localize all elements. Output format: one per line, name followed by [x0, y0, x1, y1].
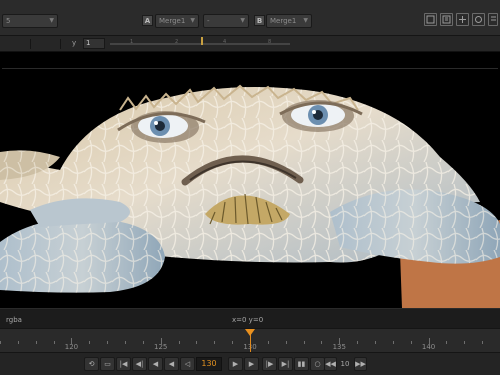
viewer-toolbar: 5 ▼ A Merge1 ▼ - ▼ B Merge1 ▼ [0, 0, 500, 36]
timeline-tick [107, 341, 109, 344]
timeline-tick [375, 341, 376, 344]
input-a-dropdown[interactable]: Merge1 ▼ [155, 14, 199, 28]
current-frame-field[interactable]: 130 [196, 357, 222, 371]
viewer-canvas[interactable] [0, 52, 500, 308]
timeline-tick [303, 341, 305, 344]
y-label: y [72, 39, 77, 47]
timeline-frame-label: 120 [64, 343, 79, 351]
separator [30, 39, 31, 49]
timeline-tick [267, 341, 269, 344]
timeline-tick [232, 341, 234, 344]
roi-icon[interactable] [424, 13, 437, 26]
play-forward-icon[interactable]: ▶ [228, 357, 243, 371]
timeline-tick [446, 341, 448, 344]
timeline-frame-label: 125 [154, 343, 168, 351]
timeline-frame-label: 140 [421, 343, 436, 351]
crab-creature-image [0, 84, 500, 308]
timeline-tick [35, 341, 37, 344]
input-b-badge: B [254, 15, 265, 26]
timeline-frame-label: 135 [332, 343, 346, 351]
grid-icon[interactable] [456, 13, 469, 26]
timeline-tick [410, 341, 412, 344]
first-frame-icon[interactable]: |◀ [116, 357, 131, 371]
timeline-tick [17, 341, 19, 344]
timeline-tick [214, 341, 216, 344]
input-b-node-label: Merge1 [270, 17, 297, 25]
y-value-field[interactable]: 1 [83, 38, 105, 49]
viewer-info-bar: rgba x=0 y=0 [0, 308, 500, 328]
input-a-node-label: Merge1 [159, 17, 186, 25]
chevron-down-icon: ▼ [49, 17, 54, 24]
stop-icon[interactable]: ▮▮ [294, 357, 309, 371]
timeline-tick [482, 341, 484, 344]
gain-slider-track[interactable] [110, 43, 290, 45]
gain-slider-thumb[interactable] [201, 37, 203, 45]
timeline-tick [196, 341, 198, 344]
timeline-tick [285, 341, 287, 344]
next-keyframe-icon[interactable]: |▶ [262, 357, 277, 371]
slider-tick-label: 2 [175, 39, 179, 45]
operation-dropdown[interactable]: - ▼ [203, 14, 249, 28]
step-back-icon[interactable]: ◀ [148, 357, 163, 371]
channels-readout: rgba [6, 316, 22, 324]
playback-controls: ⟲ ▭ |◀ ◀| ◀ ◀ ◁ 130 ▶ ▶ |▶ ▶| ▮▮ ○ ◀◀ 10… [0, 352, 500, 375]
step-forward-icon[interactable]: ▶ [244, 357, 259, 371]
playhead-marker-icon[interactable] [245, 329, 255, 336]
timeline-tick [142, 341, 144, 344]
chevron-down-icon: ▼ [303, 17, 308, 24]
timeline-tick [357, 341, 359, 344]
loop-icon[interactable]: ⟲ [84, 357, 99, 371]
slider-tick-label: 4 [223, 39, 227, 45]
prev-keyframe-icon[interactable]: ◀| [132, 357, 147, 371]
channel-dropdown[interactable]: 5 ▼ [2, 14, 58, 28]
input-b-dropdown[interactable]: Merge1 ▼ [266, 14, 312, 28]
last-frame-icon[interactable]: ▶| [278, 357, 293, 371]
lut-icon[interactable] [440, 13, 453, 26]
step-back-n-icon[interactable]: ◀◀ [324, 357, 337, 371]
pixel-coordinates: x=0 y=0 [232, 316, 264, 324]
channel-dropdown-value: 5 [6, 17, 11, 25]
step-increment-field[interactable]: 10 [338, 358, 352, 370]
timeline-tick [178, 341, 180, 344]
overlay-icon[interactable] [472, 13, 485, 26]
input-a-badge: A [142, 15, 153, 26]
chevron-down-icon: ▼ [190, 17, 195, 24]
separator [60, 39, 61, 49]
timeline-ruler[interactable]: 120125130135140 [0, 328, 500, 353]
timeline-tick [125, 341, 126, 344]
step-forward-n-icon[interactable]: ▶▶ [354, 357, 367, 371]
timeline-tick [464, 341, 466, 344]
timeline-tick [392, 341, 394, 344]
chevron-down-icon: ▼ [240, 17, 245, 24]
timeline-tick [321, 341, 323, 344]
operation-label: - [207, 17, 210, 25]
play-backward-icon[interactable]: ◀ [164, 357, 179, 371]
flipbook-icon[interactable]: ▭ [100, 357, 115, 371]
step-back-one-icon[interactable]: ◁ [180, 357, 195, 371]
timeline-tick [0, 341, 1, 344]
timeline-tick [53, 341, 55, 344]
repeat-icon[interactable]: ○ [310, 357, 325, 371]
zoom-icon[interactable] [488, 13, 498, 26]
timeline-tick [89, 341, 91, 344]
slider-tick-label: 8 [268, 39, 272, 45]
gain-gamma-toolbar: y 1 [0, 36, 500, 52]
slider-tick-label: 1 [130, 39, 134, 45]
